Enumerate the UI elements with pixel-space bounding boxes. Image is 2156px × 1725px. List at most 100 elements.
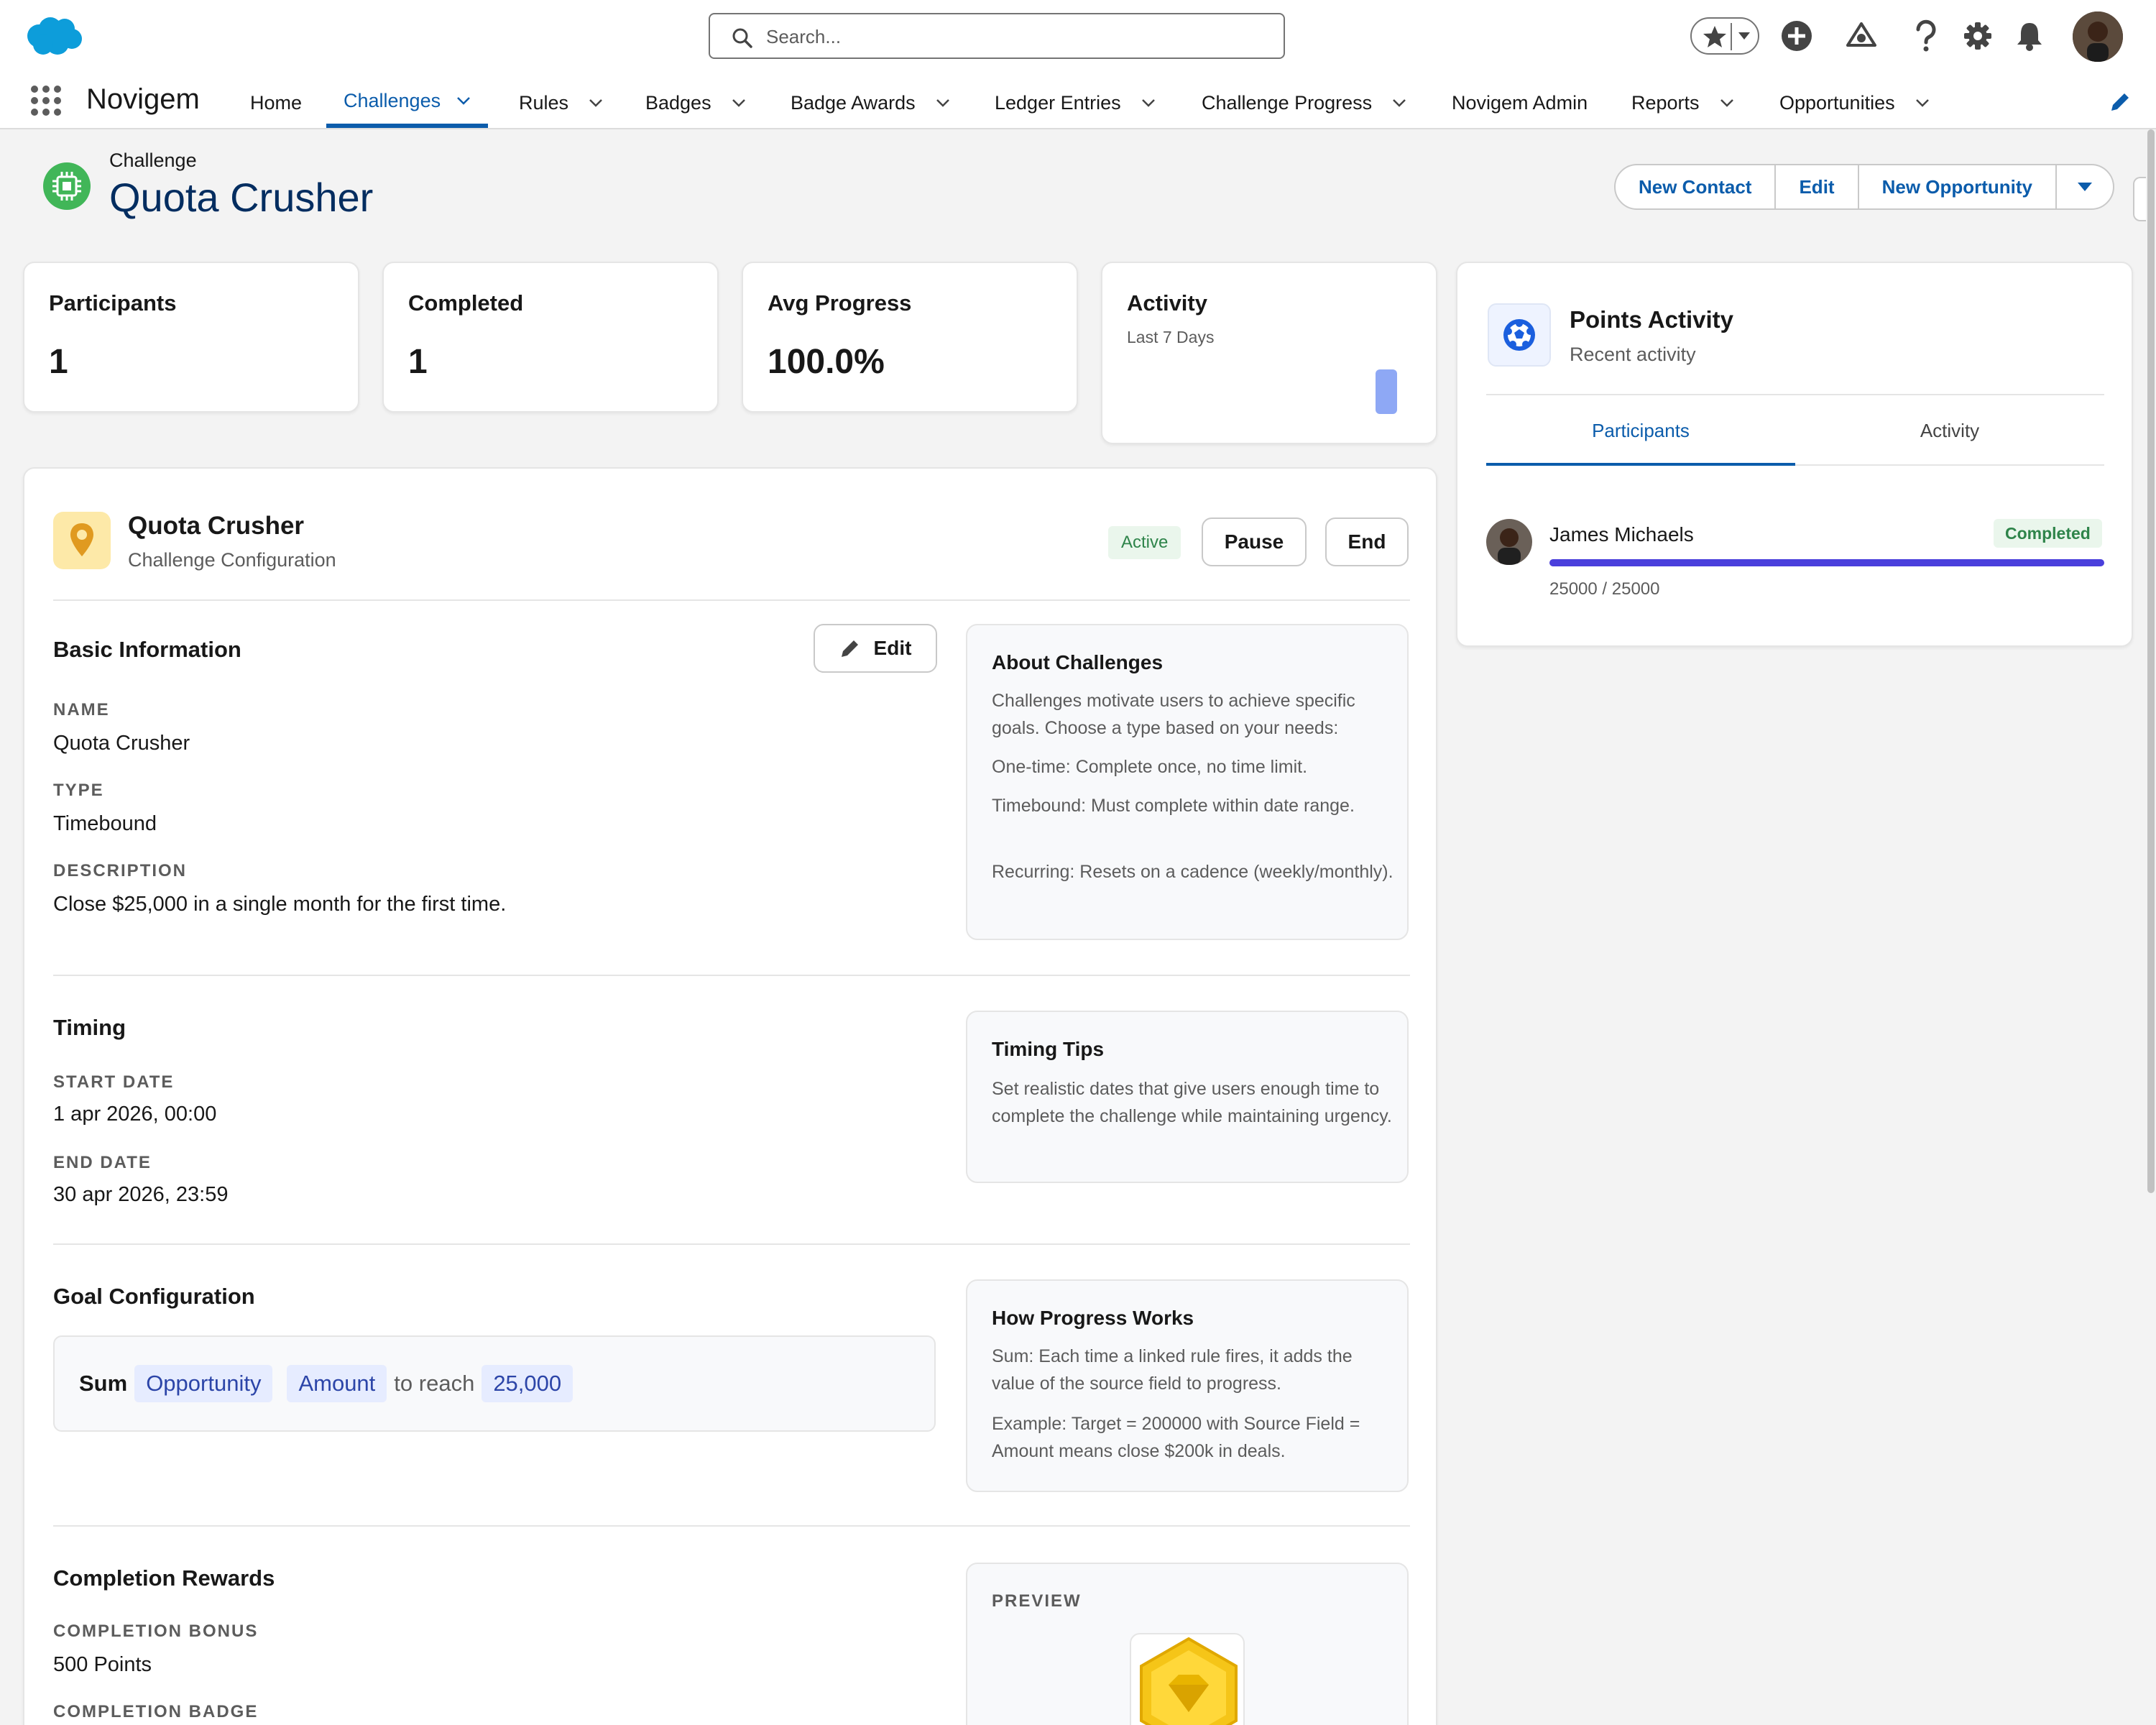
start-date-value: 1 apr 2026, 00:00 [53,1103,217,1126]
config-icon-tile [53,512,111,569]
completion-bonus-value: 500 Points [53,1653,152,1676]
new-opportunity-button[interactable]: New Opportunity [1859,165,2058,208]
divider [53,1525,1410,1527]
nav-item-badge-awards[interactable]: Badge Awards [791,78,950,128]
record-type-label: Challenge [109,150,197,171]
setup-gear-icon [1964,22,1991,50]
global-search-input[interactable]: Search... [709,13,1285,59]
chip-icon [52,172,81,201]
name-label: NAME [53,700,110,719]
trailhead-icon [1846,22,1876,47]
setup-button[interactable] [1958,16,1998,56]
participant-photo [1486,519,1532,565]
nav-item-novigem-admin[interactable]: Novigem Admin [1452,78,1588,128]
new-contact-button[interactable]: New Contact [1616,165,1777,208]
stat-card-participants: Participants 1 [23,262,359,413]
goal-config-heading: Goal Configuration [53,1284,255,1309]
completion-bonus-label: COMPLETION BONUS [53,1622,259,1641]
points-title: Points Activity [1570,306,1733,333]
goal-object-pill: Opportunity [134,1365,273,1402]
nav-item-challenge-progress[interactable]: Challenge Progress [1202,78,1406,128]
config-title: Quota Crusher [128,512,305,540]
timing-heading: Timing [53,1015,126,1040]
timing-tips-panel: Timing Tips Set realistic dates that giv… [966,1011,1409,1183]
divider [53,975,1410,976]
pencil-icon [841,640,858,657]
notifications-bell-icon [2017,23,2042,51]
stat-card-avg-progress: Avg Progress 100.0% [742,262,1078,413]
stat-card-completed: Completed 1 [382,262,719,413]
chevron-down-icon[interactable] [936,98,950,107]
app-name: Novigem [86,83,200,115]
chevron-down-icon[interactable] [1720,98,1734,107]
nav-item-challenges[interactable]: Challenges [326,78,489,128]
tab-activity[interactable]: Activity [1795,420,2104,466]
divider [53,1243,1410,1245]
chevron-down-icon[interactable] [1141,98,1156,107]
nav-label: Badges [645,91,711,114]
add-icon [1782,21,1812,51]
stat-label: Completed [408,290,524,316]
challenge-record-icon [43,162,91,210]
stat-value: 1 [49,343,68,381]
tab-participants[interactable]: Participants [1486,420,1795,466]
nav-item-home[interactable]: Home [250,78,302,128]
edit-basic-info-button[interactable]: Edit [814,624,937,673]
type-value: Timebound [53,812,157,835]
how-progress-works-panel: How Progress Works Sum: Each time a link… [966,1279,1409,1492]
nav-label: Challenges [344,89,441,111]
chevron-down-icon[interactable] [1392,98,1406,107]
salesforce-cloud-logo[interactable] [23,14,85,58]
favorites-button[interactable] [1690,17,1759,55]
nav-item-badges[interactable]: Badges [645,78,746,128]
pause-button[interactable]: Pause [1202,518,1307,566]
chevron-down-icon[interactable] [1738,32,1751,40]
nav-label: Badge Awards [791,91,916,114]
stat-value: 100.0% [768,343,885,381]
about-title: About Challenges [992,651,1164,673]
goal-aggregation: Sum [79,1371,128,1396]
end-date-value: 30 apr 2026, 23:59 [53,1183,229,1206]
edit-record-button[interactable]: Edit [1776,165,1859,208]
gem-badge-icon [1140,1637,1238,1725]
app-launcher-icon[interactable] [29,83,63,118]
nav-item-opportunities[interactable]: Opportunities [1779,78,1930,128]
timing-tips-text: Set realistic dates that give users enou… [992,1079,1392,1126]
stat-value: 1 [408,343,428,381]
trailhead-button[interactable] [1841,16,1881,56]
end-button[interactable]: End [1325,518,1409,566]
edit-nav-pencil-icon[interactable] [2109,91,2132,114]
chevron-down-icon[interactable] [732,98,746,107]
nav-label: Challenge Progress [1202,91,1373,114]
basic-info-heading: Basic Information [53,637,241,662]
nav-item-rules[interactable]: Rules [519,78,603,128]
points-icon-tile [1488,303,1551,367]
progress-text-2: Example: Target = 200000 with Source Fie… [992,1414,1360,1461]
about-challenges-panel: About Challenges Challenges motivate use… [966,624,1409,940]
about-text-2: One-time: Complete once, no time limit. [992,757,1308,777]
caret-down-icon [2078,183,2093,191]
participant-name[interactable]: James Michaels [1549,523,1694,546]
global-actions-button[interactable] [1777,16,1817,56]
progress-text-1: Sum: Each time a linked rule fires, it a… [992,1346,1353,1394]
page-scrollbar[interactable] [2146,129,2156,1725]
nav-item-ledger-entries[interactable]: Ledger Entries [995,78,1156,128]
chevron-down-icon[interactable] [1915,98,1930,107]
participant-status-badge: Completed [1994,519,2102,548]
timing-tips-title: Timing Tips [992,1038,1105,1060]
name-value: Quota Crusher [53,732,190,755]
user-photo [2073,12,2123,62]
points-subtitle: Recent activity [1570,344,1696,365]
about-text-3: Timebound: Must complete within date ran… [992,796,1355,816]
notifications-button[interactable] [2009,16,2050,56]
chevron-down-icon[interactable] [456,96,471,105]
nav-item-reports[interactable]: Reports [1631,78,1734,128]
stat-label: Avg Progress [768,290,912,316]
more-actions-button[interactable] [2057,165,2113,208]
user-avatar[interactable] [2073,12,2123,62]
chevron-down-icon[interactable] [589,98,603,107]
progress-track [1549,559,2104,566]
stat-label: Activity [1127,290,1207,316]
help-button[interactable] [1906,16,1946,56]
scrollbar-thumb[interactable] [2147,129,2155,1193]
